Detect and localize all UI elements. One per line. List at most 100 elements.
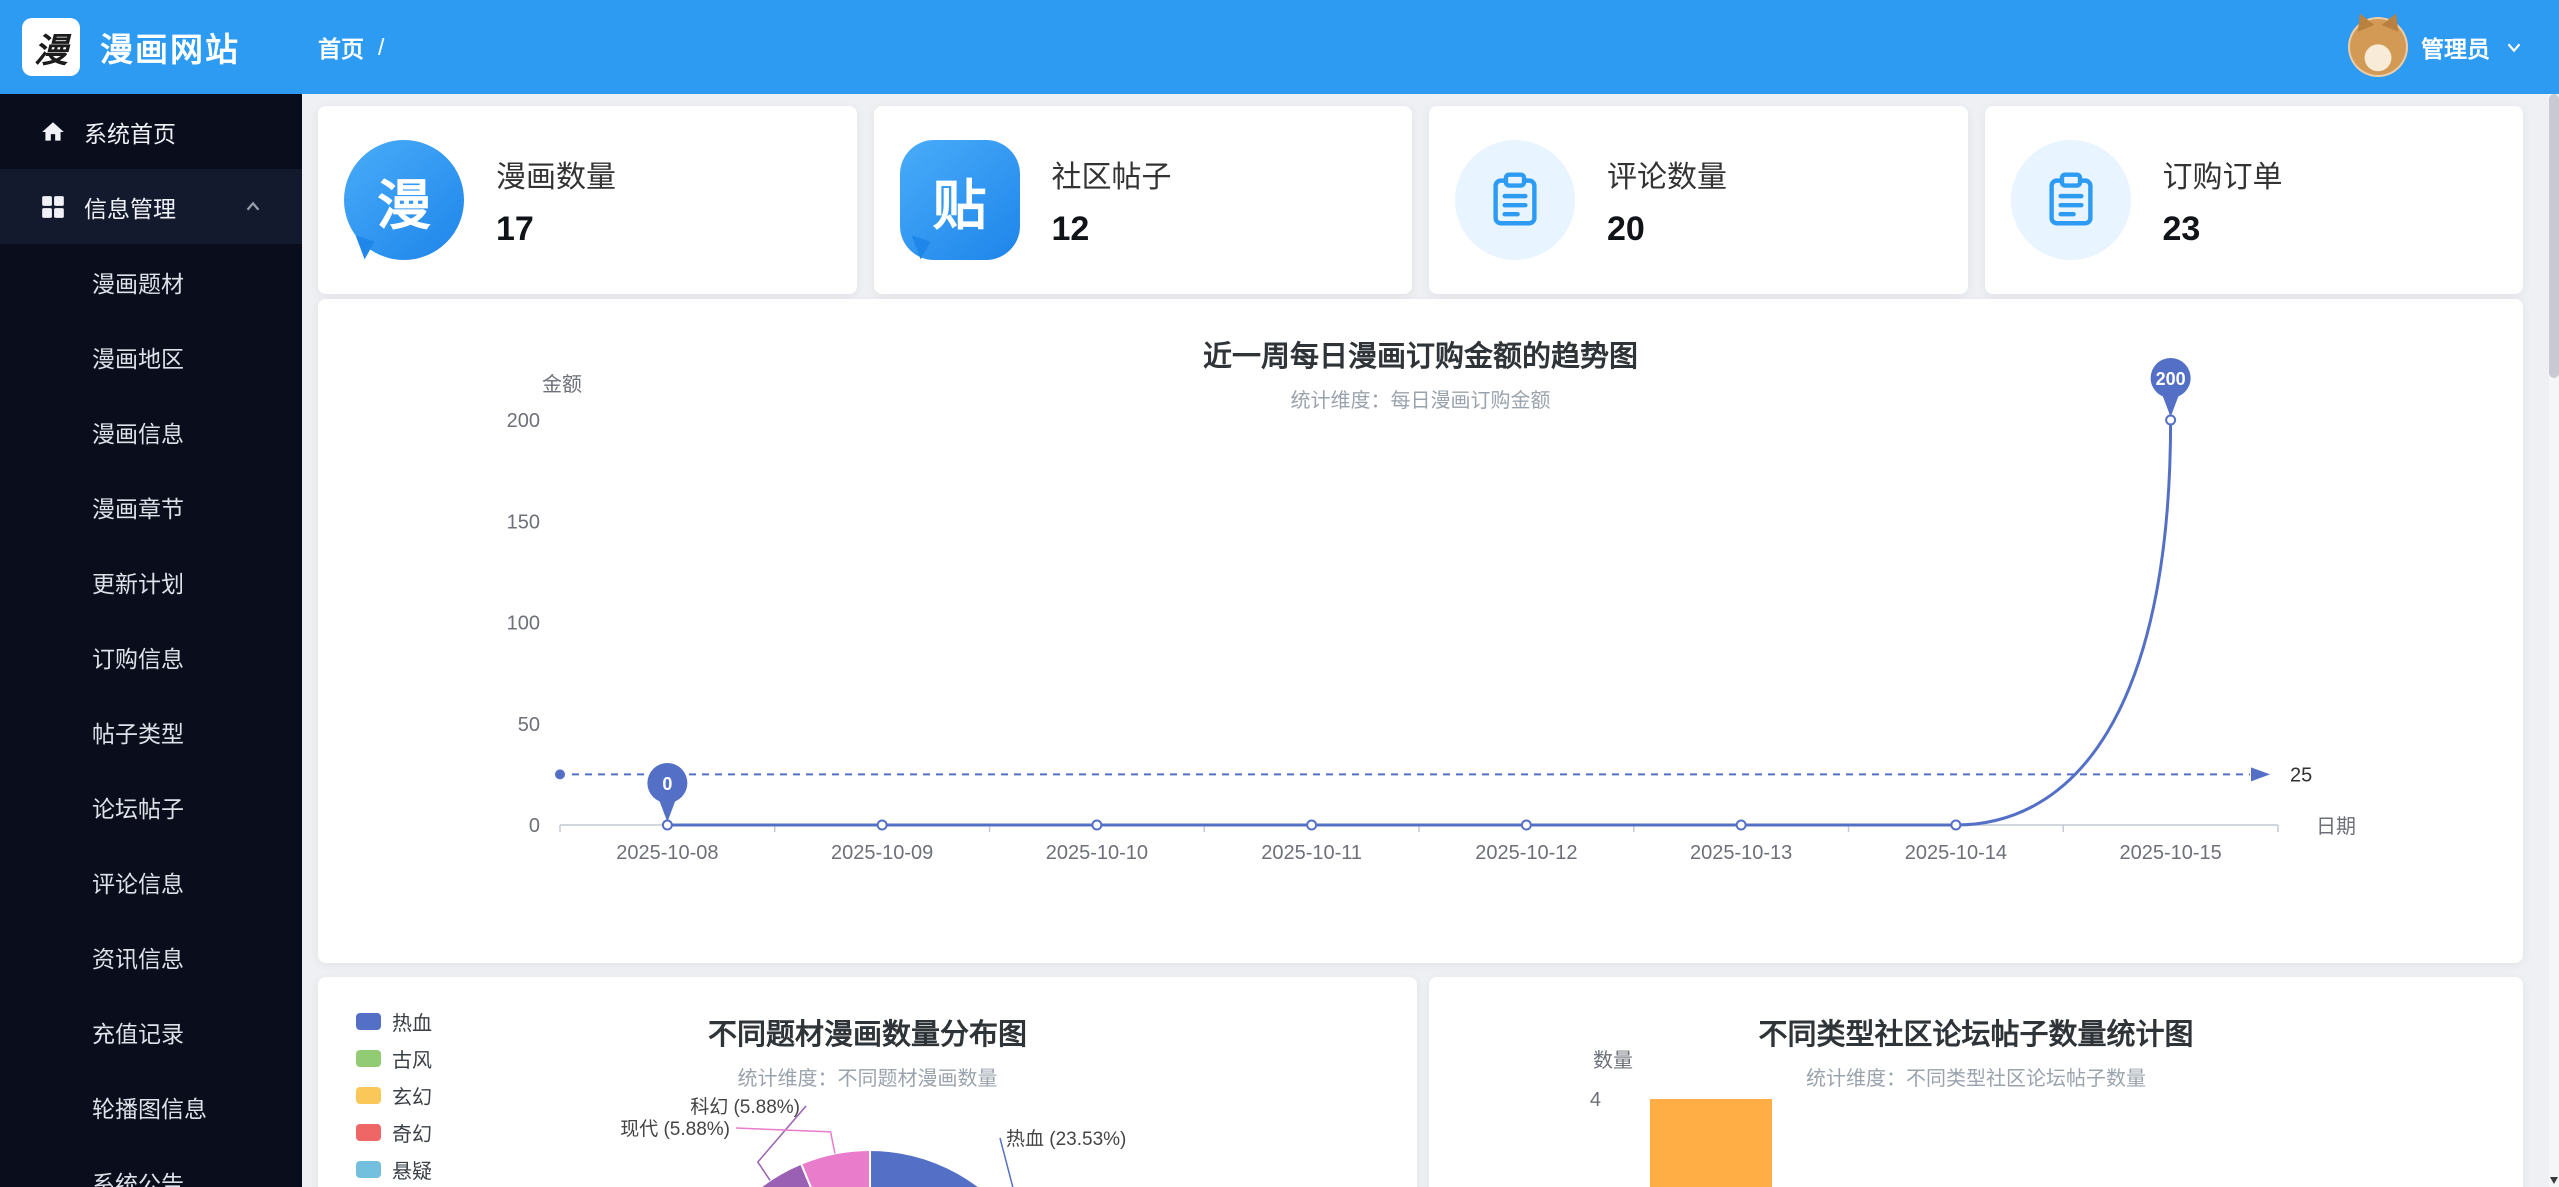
- svg-text:现代 (5.88%): 现代 (5.88%): [620, 1118, 730, 1140]
- svg-text:50: 50: [518, 714, 540, 736]
- post-bubble-icon: 贴: [899, 140, 1020, 260]
- svg-text:2025-10-11: 2025-10-11: [1261, 842, 1362, 864]
- icon-glyph: 漫: [377, 175, 431, 236]
- pie-chart-title: 不同题材漫画数量分布图: [707, 1019, 1027, 1051]
- svg-text:热血 (23.53%): 热血 (23.53%): [1006, 1128, 1126, 1150]
- sidebar: 系统首页 信息管理 漫画题材 漫画地区 漫画信息 漫画章节 更新计划 订购信息 帖子类型 论坛…: [0, 94, 302, 1187]
- header: 漫 漫画网站 首页 / 管理员: [0, 0, 2559, 94]
- legend-label: 古风: [392, 1049, 432, 1072]
- trend-chart-card: 近一周每日漫画订购金额的趋势图 统计维度：每日漫画订购金额 0 50 100 150 2…: [318, 299, 2523, 963]
- app-root: 漫 漫画网站 首页 / 管理员 系统首页 信息管理 漫画题材 漫画地区 漫画信息…: [0, 0, 2559, 1187]
- user-menu[interactable]: 管理员: [2348, 0, 2525, 94]
- sidebar-item-6[interactable]: 帖子类型: [0, 694, 302, 769]
- sidebar-item-12[interactable]: 系统公告: [0, 1144, 302, 1187]
- bar-chart-title: 不同类型社区论坛帖子数量统计图: [1758, 1019, 2194, 1051]
- comic-bubble-icon: 漫: [344, 140, 464, 260]
- legend-swatch: [356, 1160, 381, 1178]
- bar-chart-subtitle: 统计维度：不同类型社区论坛帖子数量: [1806, 1068, 2146, 1090]
- svg-text:4: 4: [1590, 1089, 1601, 1111]
- sidebar-item-8[interactable]: 评论信息: [0, 844, 302, 919]
- legend-item-热血[interactable]: 热血: [356, 1009, 432, 1035]
- sidebar-item-9[interactable]: 资讯信息: [0, 919, 302, 994]
- stat-value: 12: [1051, 209, 1090, 248]
- svg-text:2025-10-13: 2025-10-13: [1690, 842, 1792, 864]
- app-logo: 漫: [22, 18, 80, 76]
- stat-card-0: 漫 漫画数量 17: [318, 106, 857, 294]
- pie-chart-subtitle: 统计维度：不同题材漫画数量: [737, 1068, 998, 1090]
- chevron-down-icon: [2507, 43, 2521, 53]
- svg-text:科幻 (5.88%): 科幻 (5.88%): [690, 1096, 800, 1118]
- logo-glyph: 漫: [34, 31, 68, 70]
- breadcrumb-home[interactable]: 首页: [318, 30, 364, 64]
- order-clipboard-icon: [2010, 140, 2131, 260]
- home-icon: [42, 121, 64, 141]
- sidebar-item-1[interactable]: 漫画地区: [0, 319, 302, 394]
- comment-clipboard-icon: [1455, 140, 1575, 260]
- svg-text:100: 100: [507, 613, 540, 635]
- app-title: 漫画网站: [100, 31, 240, 68]
- scrollbar-down-arrow[interactable]: [2549, 1173, 2559, 1187]
- stat-card-2: 评论数量 20: [1429, 106, 1968, 294]
- legend-item-奇幻[interactable]: 奇幻: [356, 1120, 432, 1146]
- trend-chart-subtitle: 统计维度：每日漫画订购金额: [1290, 390, 1551, 412]
- stat-card-1: 贴 社区帖子 12: [873, 106, 1412, 294]
- legend-swatch: [356, 1086, 381, 1104]
- sidebar-group-label: 信息管理: [84, 195, 176, 222]
- sidebar-item-label: 系统首页: [84, 120, 176, 147]
- svg-text:2025-10-15: 2025-10-15: [2119, 842, 2221, 864]
- stat-label: 社区帖子: [1051, 160, 1172, 194]
- pie-legend: 热血古风玄幻奇幻悬疑: [356, 1009, 432, 1187]
- stat-value: 20: [1607, 209, 1645, 248]
- avatar: [2348, 17, 2408, 77]
- stat-label: 订购订单: [2162, 160, 2283, 194]
- scrollbar-thumb[interactable]: [2549, 94, 2559, 378]
- sidebar-item-4[interactable]: 更新计划: [0, 544, 302, 619]
- stat-value: 23: [2162, 209, 2201, 248]
- sidebar-item-7[interactable]: 论坛帖子: [0, 769, 302, 844]
- legend-label: 玄幻: [392, 1086, 432, 1109]
- down-triangle-icon: [2550, 1176, 2558, 1184]
- svg-text:2025-10-10: 2025-10-10: [1046, 842, 1148, 864]
- sidebar-item-2[interactable]: 漫画信息: [0, 394, 302, 469]
- pie-chart-card: 不同题材漫画数量分布图 统计维度：不同题材漫画数量 热血古风玄幻奇幻悬疑 科幻 …: [318, 977, 1417, 1187]
- breadcrumb-separator: /: [378, 33, 385, 60]
- breadcrumb[interactable]: 首页 /: [318, 0, 384, 94]
- trend-chart-title: 近一周每日漫画订购金额的趋势图: [1202, 341, 1638, 373]
- legend-swatch: [356, 1012, 381, 1030]
- legend-swatch: [356, 1049, 381, 1067]
- sidebar-group-info-mgmt[interactable]: 信息管理: [0, 169, 302, 244]
- user-name: 管理员: [2421, 36, 2490, 62]
- svg-text:2025-10-12: 2025-10-12: [1475, 842, 1577, 864]
- legend-label: 悬疑: [392, 1160, 432, 1183]
- icon-glyph: 贴: [932, 175, 987, 236]
- legend-item-悬疑[interactable]: 悬疑: [356, 1157, 432, 1183]
- scrollbar[interactable]: [2549, 94, 2559, 1187]
- sidebar-item-10[interactable]: 充值记录: [0, 994, 302, 1069]
- svg-text:25: 25: [2290, 764, 2312, 786]
- svg-text:2025-10-09: 2025-10-09: [831, 842, 933, 864]
- sidebar-item-0[interactable]: 漫画题材: [0, 244, 302, 319]
- svg-text:0: 0: [662, 774, 672, 794]
- chevron-up-icon: [246, 201, 260, 210]
- stats-row: 漫 漫画数量 17 贴 社区帖子 12 评论数量 20 订购订单 23: [318, 106, 2523, 294]
- sidebar-item-home[interactable]: 系统首页: [0, 94, 302, 169]
- svg-text:150: 150: [507, 511, 540, 533]
- sidebar-submenu: 漫画题材 漫画地区 漫画信息 漫画章节 更新计划 订购信息 帖子类型 论坛帖子 评论信息 资讯信息…: [0, 244, 302, 1187]
- legend-item-古风[interactable]: 古风: [356, 1046, 432, 1072]
- stat-card-3: 订购订单 23: [1984, 106, 2523, 294]
- stat-value: 17: [496, 209, 534, 248]
- sidebar-item-3[interactable]: 漫画章节: [0, 469, 302, 544]
- legend-item-玄幻[interactable]: 玄幻: [356, 1083, 432, 1109]
- stat-label: 评论数量: [1607, 160, 1727, 194]
- legend-label: 奇幻: [392, 1123, 432, 1146]
- sidebar-item-5[interactable]: 订购信息: [0, 619, 302, 694]
- legend-label: 热血: [392, 1012, 432, 1035]
- svg-text:200: 200: [507, 410, 540, 432]
- svg-text:0: 0: [529, 815, 540, 837]
- sidebar-item-11[interactable]: 轮播图信息: [0, 1069, 302, 1144]
- bar-chart-card: 不同类型社区论坛帖子数量统计图 统计维度：不同类型社区论坛帖子数量 数量 4: [1429, 977, 2523, 1187]
- grid-icon: [42, 195, 64, 218]
- svg-text:2025-10-14: 2025-10-14: [1905, 842, 2007, 864]
- svg-text:2025-10-08: 2025-10-08: [616, 842, 718, 864]
- svg-text:日期: 日期: [2316, 816, 2356, 838]
